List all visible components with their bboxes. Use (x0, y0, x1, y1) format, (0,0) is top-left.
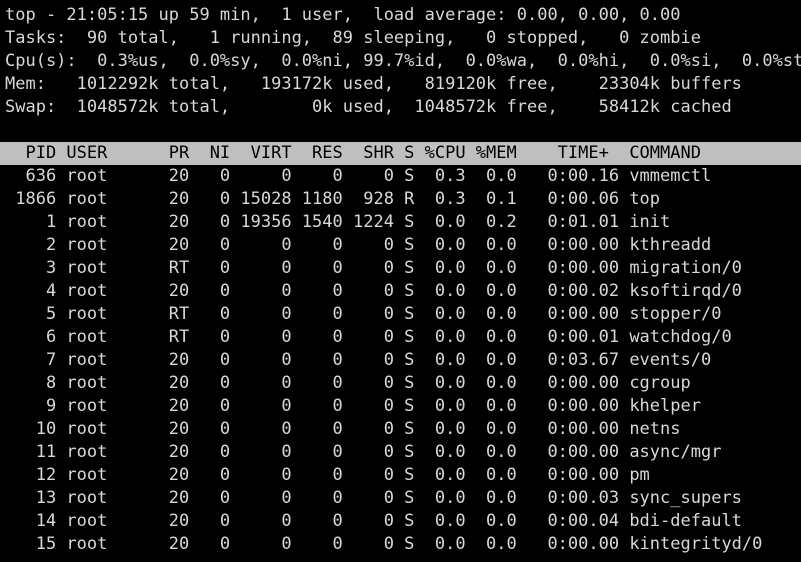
process-row[interactable]: 636 root 20 0 0 0 0 S 0.3 0.0 0:00.16 vm… (5, 165, 801, 188)
process-row[interactable]: 4 root 20 0 0 0 0 S 0.0 0.0 0:00.02 ksof… (5, 280, 801, 303)
process-row[interactable]: 12 root 20 0 0 0 0 S 0.0 0.0 0:00.00 pm (5, 464, 801, 487)
summary-uptime-line: top - 21:05:15 up 59 min, 1 user, load a… (5, 5, 681, 25)
process-table-body: 636 root 20 0 0 0 0 S 0.3 0.0 0:00.16 vm… (0, 165, 801, 556)
terminal-window[interactable]: top - 21:05:15 up 59 min, 1 user, load a… (0, 0, 801, 562)
process-row[interactable]: 14 root 20 0 0 0 0 S 0.0 0.0 0:00.04 bdi… (5, 510, 801, 533)
process-row[interactable]: 13 root 20 0 0 0 0 S 0.0 0.0 0:00.03 syn… (5, 487, 801, 510)
process-row[interactable]: 1 root 20 0 19356 1540 1224 S 0.0 0.2 0:… (5, 211, 801, 234)
summary-swap-line: Swap: 1048572k total, 0k used, 1048572k … (5, 97, 732, 117)
process-table-header: PID USER PR NI VIRT RES SHR S %CPU %MEM … (0, 142, 801, 165)
top-summary-area: top - 21:05:15 up 59 min, 1 user, load a… (0, 0, 801, 119)
process-row[interactable]: 2 root 20 0 0 0 0 S 0.0 0.0 0:00.00 kthr… (5, 234, 801, 257)
process-row[interactable]: 15 root 20 0 0 0 0 S 0.0 0.0 0:00.00 kin… (5, 533, 801, 556)
process-row[interactable]: 6 root RT 0 0 0 0 S 0.0 0.0 0:00.01 watc… (5, 326, 801, 349)
process-row[interactable]: 3 root RT 0 0 0 0 S 0.0 0.0 0:00.00 migr… (5, 257, 801, 280)
summary-tasks-line: Tasks: 90 total, 1 running, 89 sleeping,… (5, 28, 701, 48)
process-row[interactable]: 7 root 20 0 0 0 0 S 0.0 0.0 0:03.67 even… (5, 349, 801, 372)
process-row[interactable]: 11 root 20 0 0 0 0 S 0.0 0.0 0:00.00 asy… (5, 441, 801, 464)
process-row[interactable]: 9 root 20 0 0 0 0 S 0.0 0.0 0:00.00 khel… (5, 395, 801, 418)
process-row[interactable]: 8 root 20 0 0 0 0 S 0.0 0.0 0:00.00 cgro… (5, 372, 801, 395)
summary-mem-line: Mem: 1012292k total, 193172k used, 81912… (5, 74, 742, 94)
process-row[interactable]: 1866 root 20 0 15028 1180 928 R 0.3 0.1 … (5, 188, 801, 211)
process-row[interactable]: 5 root RT 0 0 0 0 S 0.0 0.0 0:00.00 stop… (5, 303, 801, 326)
process-row[interactable]: 10 root 20 0 0 0 0 S 0.0 0.0 0:00.00 net… (5, 418, 801, 441)
summary-cpu-line: Cpu(s): 0.3%us, 0.0%sy, 0.0%ni, 99.7%id,… (5, 51, 801, 71)
